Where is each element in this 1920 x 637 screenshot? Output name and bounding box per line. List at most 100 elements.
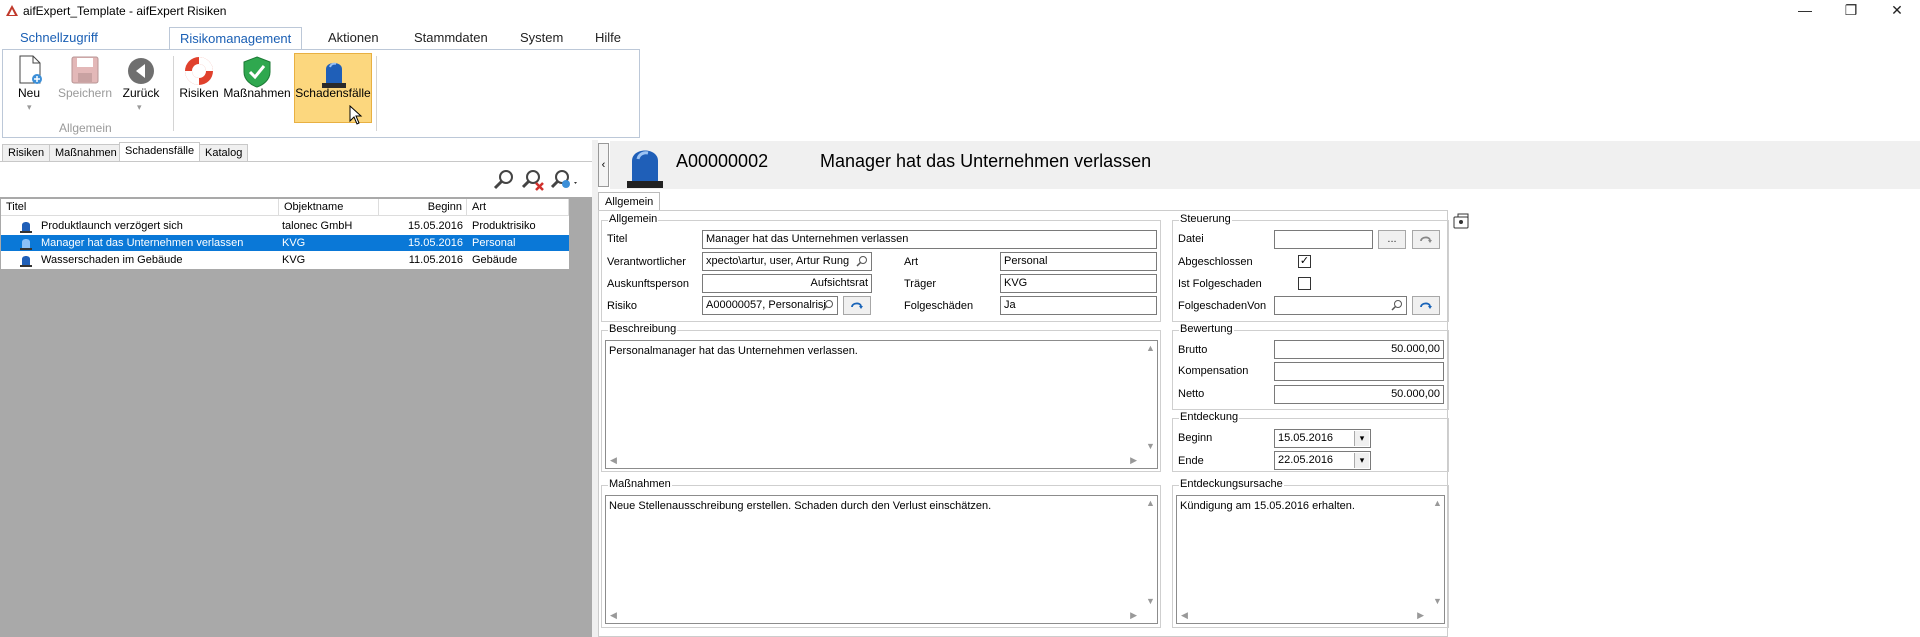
- search-icon[interactable]: [822, 299, 834, 311]
- cell-beginn: 11.05.2016: [408, 254, 463, 266]
- abgeschlossen-checkbox[interactable]: ✓: [1298, 255, 1311, 268]
- tab-system[interactable]: System: [510, 27, 573, 49]
- tab-schadensfaelle[interactable]: Schadensfälle: [119, 142, 201, 163]
- blue-siren-icon: [322, 62, 346, 88]
- group-title: Beschreibung: [608, 323, 678, 335]
- art-field[interactable]: Personal: [1000, 252, 1157, 271]
- tab-massnahmen[interactable]: Maßnahmen: [49, 144, 123, 162]
- cell-beginn: 15.05.2016: [407, 220, 463, 232]
- beschreibung-textarea[interactable]: Personalmanager hat das Unternehmen verl…: [605, 340, 1158, 469]
- tab-stammdaten[interactable]: Stammdaten: [404, 27, 498, 49]
- beginn-date-picker[interactable]: 15.05.2016 ▾: [1274, 429, 1371, 448]
- search-options-icon[interactable]: [550, 168, 580, 192]
- datei-field[interactable]: [1274, 230, 1373, 249]
- vertical-scrollbar[interactable]: ▲ ▼: [1429, 496, 1444, 608]
- chevron-down-icon[interactable]: ▾: [1354, 431, 1369, 446]
- label-ende: Ende: [1178, 455, 1204, 467]
- tab-katalog[interactable]: Katalog: [199, 144, 249, 162]
- minimize-button[interactable]: —: [1782, 0, 1828, 22]
- open-file-button[interactable]: [1412, 230, 1440, 249]
- back-button-label: Zurück: [122, 86, 160, 100]
- label-verantwortlicher: Verantwortlicher: [607, 256, 686, 268]
- column-header-art[interactable]: Art: [467, 199, 569, 216]
- collapse-panel-button[interactable]: ‹: [598, 143, 609, 187]
- table-row[interactable]: Wasserschaden im Gebäude KVG 11.05.2016 …: [1, 252, 569, 268]
- open-risiko-button[interactable]: [843, 296, 871, 315]
- group-title: Entdeckung: [1179, 411, 1240, 423]
- tab-risikomanagement[interactable]: Risikomanagement: [169, 27, 303, 49]
- save-button-label: Speichern: [57, 86, 113, 100]
- table-row-selected[interactable]: Manager hat das Unternehmen verlassen KV…: [1, 235, 569, 251]
- column-header-beginn[interactable]: Beginn: [379, 199, 467, 216]
- label-brutto: Brutto: [1178, 344, 1208, 356]
- tab-aktionen[interactable]: Aktionen: [318, 27, 389, 49]
- risiko-value: A00000057, Personalrisi: [706, 299, 826, 311]
- shield-check-icon: [243, 56, 271, 88]
- open-folgeschaden-button[interactable]: [1412, 296, 1440, 315]
- label-folgeschaeden: Folgeschäden: [904, 300, 974, 312]
- back-arrow-icon: [128, 58, 154, 84]
- search-icon[interactable]: [492, 168, 516, 192]
- blue-siren-icon: [627, 150, 663, 188]
- horizontal-scrollbar[interactable]: ◀ ▶: [606, 453, 1157, 468]
- search-icon[interactable]: [856, 255, 868, 267]
- siren-row-icon: [20, 239, 32, 250]
- restore-button[interactable]: ❐: [1828, 0, 1874, 22]
- massnahmen-text: Neue Stellenausschreibung erstellen. Sch…: [609, 500, 992, 512]
- cell-beginn: 15.05.2016: [407, 237, 463, 249]
- clear-search-icon[interactable]: [521, 168, 545, 192]
- save-button[interactable]: Speichern: [55, 53, 115, 123]
- verantwortlicher-field[interactable]: xpecto\artur, user, Artur Rung: [702, 252, 872, 271]
- back-button[interactable]: Zurück ▾: [119, 53, 163, 123]
- siren-row-icon: [20, 256, 32, 267]
- vertical-scrollbar[interactable]: ▲ ▼: [1142, 341, 1157, 453]
- beginn-value: 15.05.2016: [1278, 432, 1334, 444]
- label-abgeschlossen: Abgeschlossen: [1178, 256, 1253, 268]
- folgeschaeden-field[interactable]: Ja: [1000, 296, 1157, 315]
- attachment-icon[interactable]: [1452, 212, 1472, 230]
- ribbon-group-label: Allgemein: [59, 121, 112, 135]
- tab-schnellzugriff[interactable]: Schnellzugriff: [10, 27, 108, 49]
- group-title: Steuerung: [1179, 213, 1232, 225]
- netto-field[interactable]: 50.000,00: [1274, 385, 1444, 404]
- left-toolbar: [0, 162, 592, 196]
- tab-allgemein[interactable]: Allgemein: [598, 192, 661, 211]
- browse-file-button[interactable]: ...: [1378, 230, 1406, 249]
- ist-folgeschaden-checkbox[interactable]: [1298, 277, 1311, 290]
- risiko-field[interactable]: A00000057, Personalrisi: [702, 296, 838, 315]
- column-header-titel[interactable]: Titel: [1, 199, 279, 216]
- folgeschadenvon-field[interactable]: [1274, 296, 1407, 315]
- refresh-icon: [851, 302, 863, 309]
- refresh-icon: [1420, 302, 1432, 309]
- close-button[interactable]: ✕: [1874, 0, 1920, 22]
- entdeckungsursache-textarea[interactable]: Kündigung am 15.05.2016 erhalten. ▲ ▼ ◀ ▶: [1176, 495, 1445, 624]
- horizontal-scrollbar[interactable]: ◀ ▶: [606, 608, 1157, 623]
- traeger-field[interactable]: KVG: [1000, 274, 1157, 293]
- auskunftsperson-field[interactable]: Aufsichtsrat: [702, 274, 872, 293]
- chevron-down-icon[interactable]: ▾: [1354, 453, 1369, 468]
- damage-cases-button-label: Schadensfälle: [295, 86, 371, 100]
- vertical-scrollbar[interactable]: ▲ ▼: [1142, 496, 1157, 608]
- tab-risiken[interactable]: Risiken: [2, 144, 51, 162]
- massnahmen-textarea[interactable]: Neue Stellenausschreibung erstellen. Sch…: [605, 495, 1158, 624]
- search-icon[interactable]: [1391, 299, 1403, 311]
- measures-button[interactable]: Maßnahmen: [223, 53, 291, 123]
- ende-date-picker[interactable]: 22.05.2016 ▾: [1274, 451, 1371, 470]
- column-header-objektname[interactable]: Objektname: [279, 199, 379, 216]
- verantwortlicher-value: xpecto\artur, user, Artur Rung: [706, 255, 850, 267]
- titel-field[interactable]: Manager hat das Unternehmen verlassen: [702, 230, 1157, 249]
- cell-titel: Manager hat das Unternehmen verlassen: [41, 237, 244, 249]
- cell-art: Produktrisiko: [472, 220, 536, 232]
- cell-art: Personal: [472, 237, 516, 249]
- new-button[interactable]: Neu ▾: [9, 53, 49, 123]
- label-traeger: Träger: [904, 278, 936, 290]
- tab-hilfe[interactable]: Hilfe: [585, 27, 631, 49]
- risks-button[interactable]: Risiken: [177, 53, 221, 123]
- kompensation-field[interactable]: [1274, 362, 1444, 381]
- dropdown-arrow-icon: ▾: [137, 102, 142, 112]
- horizontal-scrollbar[interactable]: ◀ ▶: [1177, 608, 1444, 623]
- table-row[interactable]: Produktlaunch verzögert sich talonec Gmb…: [1, 218, 569, 234]
- brutto-field[interactable]: 50.000,00: [1274, 340, 1444, 359]
- label-auskunftsperson: Auskunftsperson: [607, 278, 689, 290]
- cell-objektname: KVG: [282, 254, 306, 266]
